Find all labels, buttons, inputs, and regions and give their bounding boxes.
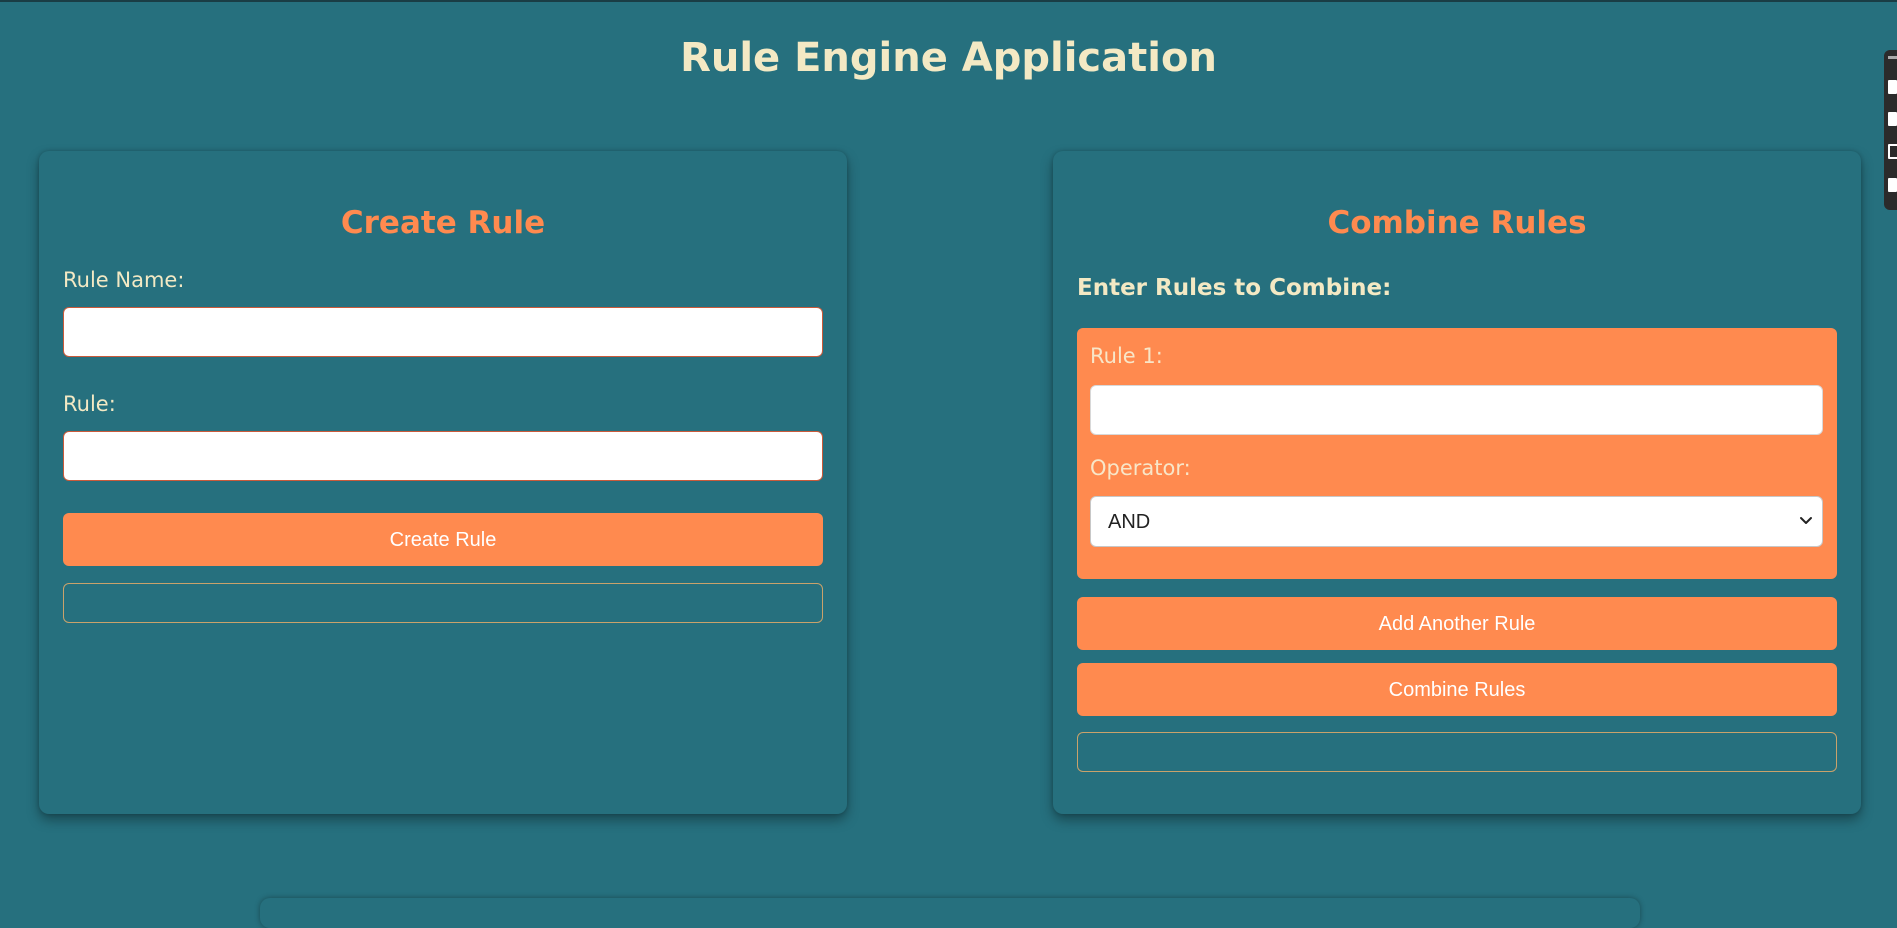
operator-selected-value: AND <box>1108 511 1151 533</box>
combine-rules-subheading: Enter Rules to Combine: <box>1077 275 1392 301</box>
rule-label: Rule: <box>63 392 116 416</box>
create-rule-result <box>63 583 823 623</box>
create-rule-title: Create Rule <box>340 205 546 241</box>
combine-rules-result <box>1077 732 1837 772</box>
combine-rules-button[interactable]: Combine Rules <box>1077 663 1837 716</box>
add-another-rule-button[interactable]: Add Another Rule <box>1077 597 1837 650</box>
create-rule-button-label: Create Rule <box>389 529 497 551</box>
chevron-down-icon <box>1800 517 1812 524</box>
operator-label: Operator: <box>1090 456 1191 480</box>
create-rule-card: Create Rule Rule Name: Rule: Create Rule <box>39 151 847 814</box>
create-rule-button[interactable]: Create Rule <box>63 513 823 566</box>
rule-1-input[interactable] <box>1090 385 1823 435</box>
operator-select[interactable]: AND <box>1090 496 1823 547</box>
rule-input[interactable] <box>63 431 823 481</box>
side-toolbar[interactable] <box>1884 50 1897 210</box>
puzzle-icon[interactable] <box>1888 178 1897 192</box>
bottom-panel <box>260 898 1640 928</box>
add-another-rule-label: Add Another Rule <box>1378 613 1536 635</box>
square-icon[interactable] <box>1888 112 1897 126</box>
rule-name-label: Rule Name: <box>63 268 185 292</box>
combine-rules-title: Combine Rules <box>1327 205 1587 241</box>
combine-rules-label: Combine Rules <box>1388 679 1526 701</box>
top-border <box>0 0 1897 2</box>
rule-name-input[interactable] <box>63 307 823 357</box>
page-title: Rule Engine Application <box>680 35 1217 81</box>
combine-rules-card: Combine Rules Enter Rules to Combine: Ru… <box>1053 151 1861 814</box>
rule-entry-block: Rule 1: Operator: AND <box>1077 328 1837 579</box>
drag-handle-icon[interactable] <box>1888 56 1897 59</box>
copy-icon[interactable] <box>1888 144 1897 159</box>
rule-1-label: Rule 1: <box>1090 344 1163 368</box>
square-icon[interactable] <box>1888 80 1897 94</box>
